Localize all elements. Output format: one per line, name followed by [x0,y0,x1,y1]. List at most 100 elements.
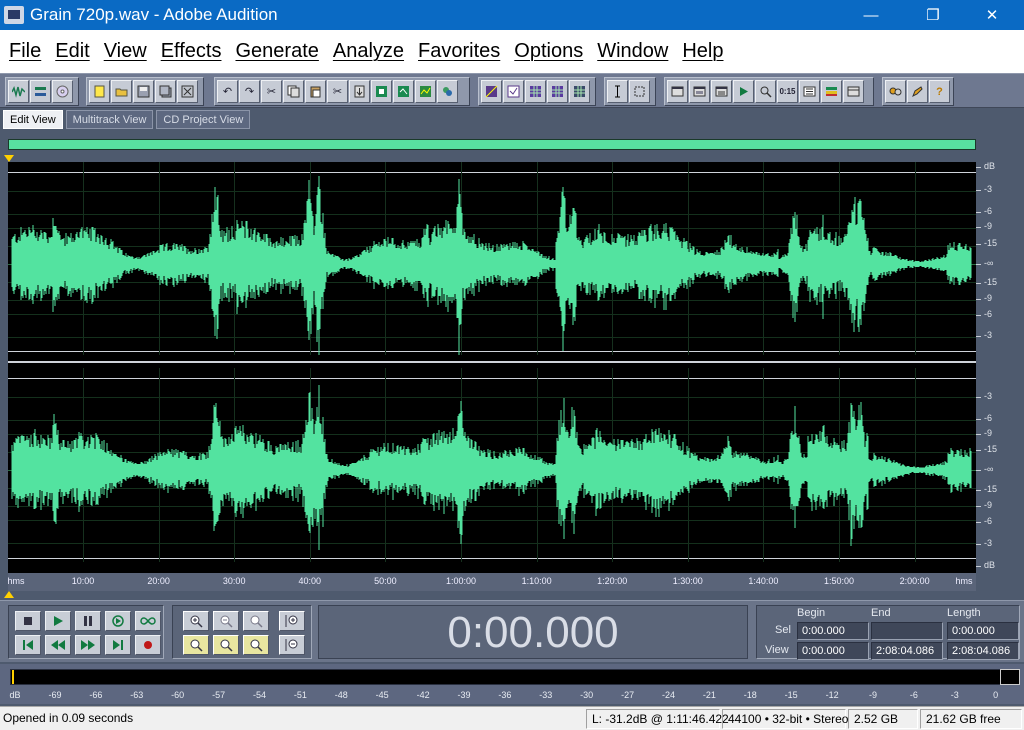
close-button[interactable]: ✕ [969,0,1015,30]
scripts-icon[interactable] [885,80,906,103]
undo-icon[interactable]: ↶ [217,80,238,103]
level-meter-label: -57 [212,690,226,700]
go-to-start-button[interactable] [15,635,41,655]
panel-icon[interactable] [843,80,864,103]
level-meter-label: -60 [171,690,185,700]
play-to-end-button[interactable] [105,611,131,631]
loop-button[interactable] [135,611,161,631]
sel-begin-field[interactable]: 0:00.000 [797,622,869,640]
menu-analyze[interactable]: Analyze [326,40,411,63]
time-window-icon[interactable]: 0:15 [777,80,798,103]
ibeam-icon[interactable] [607,80,628,103]
grid3-icon[interactable] [569,80,590,103]
tab-multitrack-view[interactable]: Multitrack View [65,110,154,129]
menu-help[interactable]: Help [675,40,730,63]
view-begin-field[interactable]: 0:00.000 [797,642,869,660]
db-scale-tick [976,522,981,523]
menu-view[interactable]: View [97,40,154,63]
menu-file[interactable]: File [2,40,48,63]
view-end-field[interactable]: 2:08:04.086 [871,642,943,660]
menu-edit[interactable]: Edit [48,40,96,63]
grid2-icon[interactable] [547,80,568,103]
end-marker[interactable] [4,591,14,598]
mono-icon[interactable] [393,80,414,103]
zoom-selection-icon[interactable] [243,635,269,655]
save-all-icon[interactable] [155,80,176,103]
check-icon[interactable] [503,80,524,103]
meters-icon[interactable] [821,80,842,103]
sel-end-field[interactable] [871,622,943,640]
eq-icon[interactable] [799,80,820,103]
new-file-icon[interactable] [89,80,110,103]
view-length-field[interactable]: 2:08:04.086 [947,642,1019,660]
start-marker[interactable] [4,155,14,162]
cut-icon[interactable]: ✂ [327,80,348,103]
menu-window[interactable]: Window [590,40,675,63]
close-file-icon[interactable] [177,80,198,103]
toolbar-group-edit: ↶ ↷ ✂ ✂ [214,77,470,106]
menu-effects[interactable]: Effects [154,40,229,63]
time-ruler-label: 1:20:00 [597,576,628,586]
play-window-icon[interactable] [733,80,754,103]
copy-icon[interactable] [283,80,304,103]
zoom-out-icon[interactable] [213,611,239,631]
time-ruler[interactable]: hms 10:00 20:00 30:00 40:00 50:00 1:00:00 1:10:… [7,573,976,591]
open-file-icon[interactable] [111,80,132,103]
go-to-end-button[interactable] [105,635,131,655]
grid-line [8,191,976,192]
overview-bar[interactable] [8,139,976,150]
trim-icon[interactable] [371,80,392,103]
rewind-button[interactable] [45,635,71,655]
edit-icon[interactable] [907,80,928,103]
help-icon[interactable]: ? [929,80,950,103]
window1-icon[interactable] [667,80,688,103]
menu-options[interactable]: Options [507,40,590,63]
repeat-icon[interactable]: ✂ [261,80,282,103]
cd-view-icon[interactable] [52,80,73,103]
window2-icon[interactable] [689,80,710,103]
menu-generate[interactable]: Generate [228,40,325,63]
pause-button[interactable] [75,611,101,631]
zoom-in-icon[interactable] [183,611,209,631]
redo-icon[interactable]: ↷ [239,80,260,103]
level-meter-label: -30 [580,690,594,700]
spectral-view-icon[interactable] [481,80,502,103]
begin-header: Begin [797,607,826,619]
play-button[interactable] [45,611,71,631]
minimize-button[interactable]: — [848,0,894,30]
tab-edit-view[interactable]: Edit View [3,110,63,129]
time-ruler-label: 50:00 [374,576,397,586]
stop-button[interactable] [15,611,41,631]
zoom-in-vertical-icon[interactable] [279,611,305,631]
toolbar-group-views [5,77,79,106]
fast-forward-button[interactable] [75,635,101,655]
menu-favorites[interactable]: Favorites [411,40,507,63]
maximize-button[interactable]: ❐ [910,0,956,30]
left-channel-waveform [11,176,972,355]
peak-indicator[interactable] [1000,669,1020,685]
sel-length-field[interactable]: 0:00.000 [947,622,1019,640]
multitrack-view-icon[interactable] [30,80,51,103]
convert-icon[interactable] [415,80,436,103]
zoom-window-icon[interactable] [755,80,776,103]
marquee-icon[interactable] [629,80,650,103]
grid-icon[interactable] [525,80,546,103]
db-scale-label: -3 [984,184,993,194]
db-scale-label: -6 [984,516,993,526]
tab-cd-project-view[interactable]: CD Project View [156,110,251,129]
grid-line [8,543,976,544]
waveform-view-icon[interactable] [8,80,29,103]
paste-icon[interactable] [305,80,326,103]
zoom-to-right-icon[interactable] [213,635,239,655]
mix-paste-icon[interactable] [349,80,370,103]
zoom-out-vertical-icon[interactable] [279,635,305,655]
save-icon[interactable] [133,80,154,103]
level-meter-label: -24 [661,690,676,700]
window3-icon[interactable] [711,80,732,103]
zoom-full-icon[interactable] [243,611,269,631]
zoom-to-left-icon[interactable] [183,635,209,655]
record-button[interactable] [135,635,161,655]
loop-icon[interactable] [437,80,458,103]
app-icon[interactable] [4,6,24,24]
waveform-display[interactable] [8,162,976,573]
